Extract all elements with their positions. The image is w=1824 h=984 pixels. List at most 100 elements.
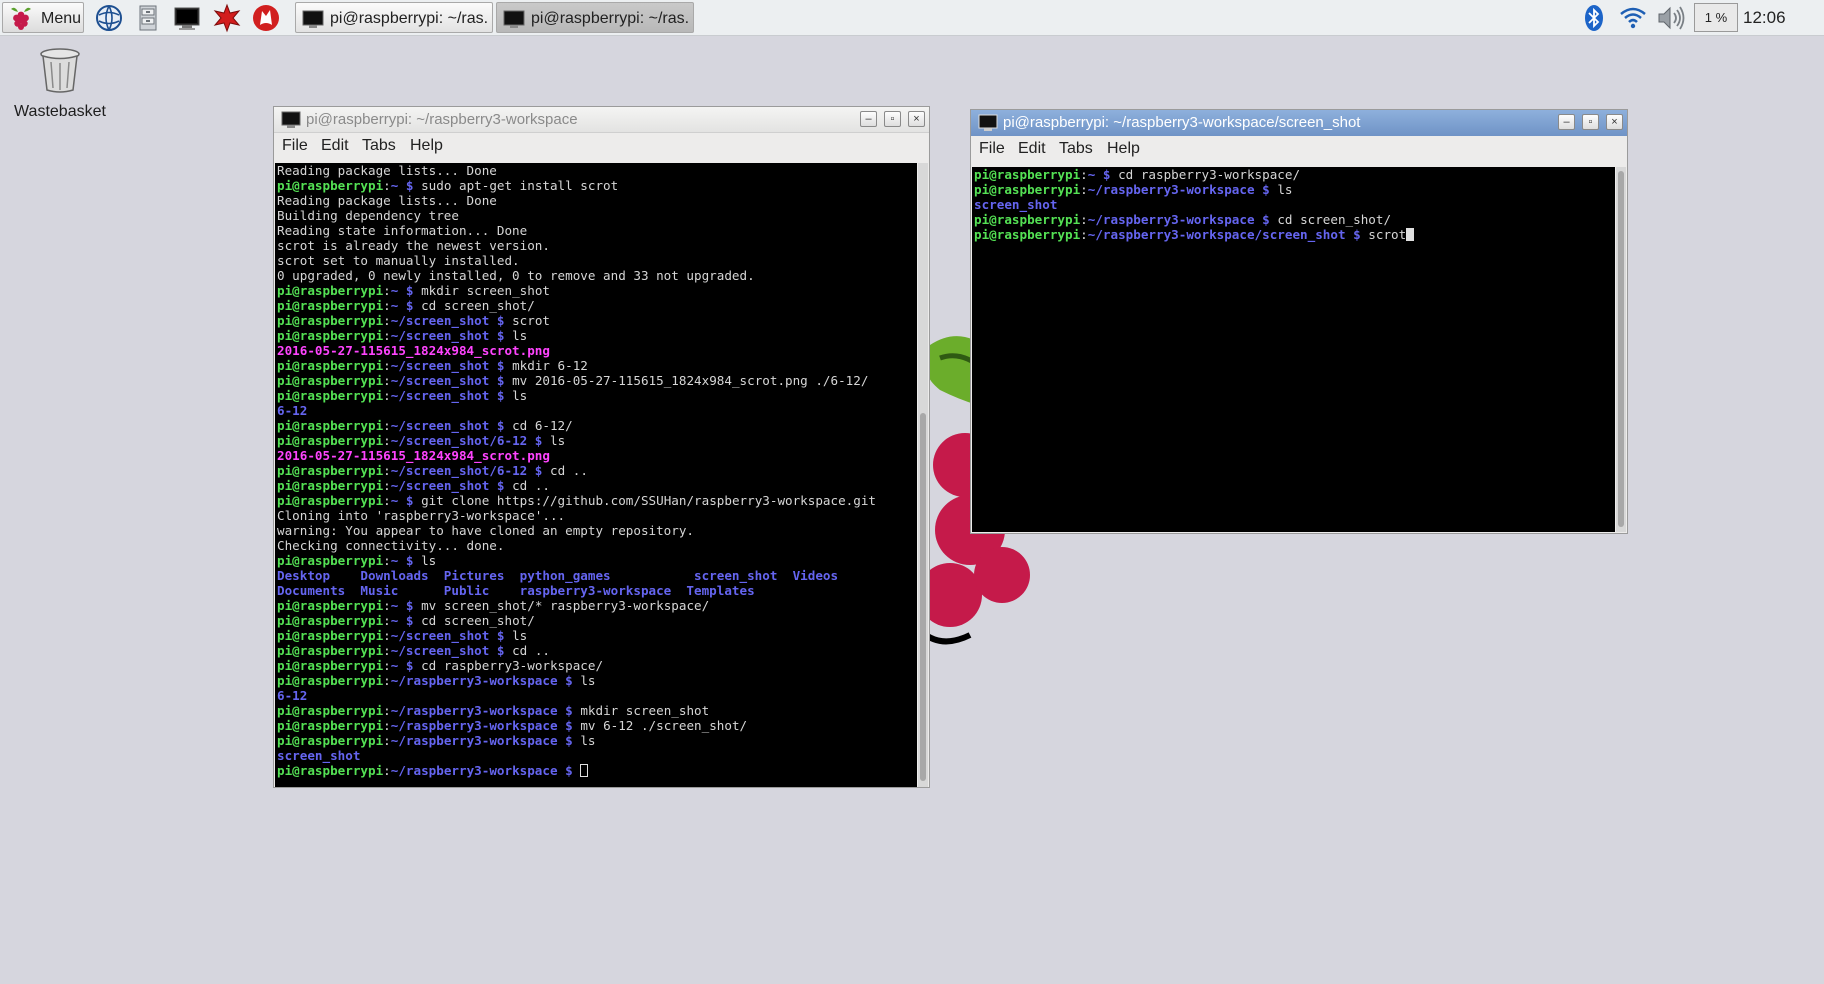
terminal-text: : <box>383 313 391 328</box>
prompt-path: screen_shot <box>277 748 361 763</box>
menu-tabs[interactable]: Tabs <box>362 137 396 155</box>
terminal-line: pi@raspberrypi:~/screen_shot/6-12 $ ls <box>275 433 917 448</box>
terminal-line: Desktop Downloads Pictures python_games … <box>275 568 917 583</box>
vertical-scrollbar[interactable] <box>918 163 928 787</box>
terminal-text: Cloning into 'raspberry3-workspace'... <box>277 508 566 523</box>
terminal-text: Building dependency tree <box>277 208 459 223</box>
menu-button[interactable]: Menu <box>2 2 84 33</box>
terminal-line: pi@raspberrypi:~/screen_shot $ cd .. <box>275 478 917 493</box>
terminal-line: pi@raspberrypi:~/raspberry3-workspace $ … <box>275 733 917 748</box>
menu-help[interactable]: Help <box>1107 140 1140 158</box>
cpu-monitor[interactable]: 1 % <box>1694 3 1738 32</box>
file-manager-launcher[interactable] <box>133 3 165 33</box>
terminal-text: : <box>383 388 391 403</box>
terminal-line: 2016-05-27-115615_1824x984_scrot.png <box>275 448 917 463</box>
wifi-icon[interactable] <box>1618 3 1648 38</box>
terminal-output[interactable]: pi@raspberrypi:~ $ cd raspberry3-workspa… <box>972 167 1615 532</box>
prompt-user: pi@raspberrypi <box>277 328 384 343</box>
terminal-text: : <box>383 658 391 673</box>
terminal-text: : <box>383 613 391 628</box>
prompt-path: screen_shot <box>974 197 1058 212</box>
minimize-icon: – <box>1563 116 1570 128</box>
terminal-text: ls <box>572 673 596 688</box>
close-button[interactable]: × <box>908 111 925 127</box>
prompt-path: ~ $ <box>390 613 414 628</box>
scrollbar-thumb[interactable] <box>920 413 926 781</box>
prompt-path: ~ $ <box>390 178 414 193</box>
terminal-output[interactable]: Reading package lists... Done pi@raspberr… <box>275 163 917 787</box>
vertical-scrollbar[interactable] <box>1616 167 1626 532</box>
wolfram-launcher[interactable] <box>251 3 283 33</box>
maximize-button[interactable]: ▫ <box>1582 114 1599 130</box>
prompt-user: pi@raspberrypi <box>277 388 384 403</box>
prompt-path: ~/screen_shot $ <box>390 373 505 388</box>
terminal-text: mv 2016-05-27-115615_1824x984_scrot.png … <box>504 373 869 388</box>
volume-icon[interactable] <box>1655 3 1687 38</box>
prompt-path: ~ $ <box>390 283 414 298</box>
menu-edit[interactable]: Edit <box>1018 140 1046 158</box>
terminal-window-left[interactable]: pi@raspberrypi: ~/raspberry3-workspace –… <box>273 106 930 788</box>
terminal-text: : <box>383 373 391 388</box>
prompt-user: pi@raspberrypi <box>277 643 384 658</box>
window-titlebar[interactable]: pi@raspberrypi: ~/raspberry3-workspace/s… <box>971 110 1627 136</box>
bluetooth-icon[interactable] <box>1583 3 1605 38</box>
prompt-user: pi@raspberrypi <box>277 613 384 628</box>
clock[interactable]: 12:06 <box>1743 8 1786 28</box>
terminal-line: scrot set to manually installed. <box>275 253 917 268</box>
terminal-text: : <box>383 358 391 373</box>
menu-file[interactable]: File <box>282 137 308 155</box>
prompt-user: pi@raspberrypi <box>277 358 384 373</box>
terminal-window-right[interactable]: pi@raspberrypi: ~/raspberry3-workspace/s… <box>970 109 1628 534</box>
prompt-path: ~/raspberry3-workspace $ <box>390 733 573 748</box>
trash-icon <box>38 48 82 98</box>
terminal-line: 2016-05-27-115615_1824x984_scrot.png <box>275 343 917 358</box>
mathematica-launcher[interactable] <box>212 3 244 33</box>
terminal-text: Reading package lists... Done <box>277 163 497 178</box>
desktop-icon-wastebasket[interactable]: Wastebasket <box>12 46 108 121</box>
terminal-text: git clone https://github.com/SSUHan/rasp… <box>413 493 877 508</box>
terminal-line: pi@raspberrypi:~ $ ls <box>275 553 917 568</box>
prompt-user: pi@raspberrypi <box>277 313 384 328</box>
prompt-path: ~/screen_shot $ <box>390 418 505 433</box>
prompt-user: pi@raspberrypi <box>277 673 384 688</box>
prompt-path: ~/raspberry3-workspace/screen_shot $ <box>1087 227 1361 242</box>
menu-help[interactable]: Help <box>410 137 443 155</box>
terminal-text: mv 6-12 ./screen_shot/ <box>572 718 748 733</box>
window-title: pi@raspberrypi: ~/raspberry3-workspace/s… <box>1003 114 1361 131</box>
window-titlebar[interactable]: pi@raspberrypi: ~/raspberry3-workspace –… <box>274 107 929 133</box>
maximize-button[interactable]: ▫ <box>884 111 901 127</box>
terminal-text: cd screen_shot/ <box>413 298 535 313</box>
terminal-text: : <box>383 628 391 643</box>
prompt-path: ~/screen_shot/6-12 $ <box>390 433 543 448</box>
terminal-text: : <box>383 178 391 193</box>
terminal-line: pi@raspberrypi:~/screen_shot $ ls <box>275 628 917 643</box>
terminal-text: ls <box>413 553 437 568</box>
terminal-text: : <box>383 763 391 778</box>
image-filename: 2016-05-27-115615_1824x984_scrot.png <box>277 448 550 463</box>
menu-tabs[interactable]: Tabs <box>1059 140 1093 158</box>
minimize-button[interactable]: – <box>860 111 877 127</box>
prompt-user: pi@raspberrypi <box>277 433 384 448</box>
scrollbar-thumb[interactable] <box>1618 171 1624 527</box>
terminal-line: scrot is already the newest version. <box>275 238 917 253</box>
terminal-launcher[interactable] <box>172 3 204 33</box>
close-icon: × <box>1611 116 1618 128</box>
terminal-text: mkdir 6-12 <box>504 358 588 373</box>
terminal-text: : <box>383 553 391 568</box>
minimize-button[interactable]: – <box>1558 114 1575 130</box>
terminal-text: : <box>383 733 391 748</box>
prompt-user: pi@raspberrypi <box>974 212 1081 227</box>
raspberry-logo-icon <box>8 5 34 36</box>
web-browser-launcher[interactable] <box>94 3 126 33</box>
close-button[interactable]: × <box>1606 114 1623 130</box>
terminal-line: Checking connectivity... done. <box>275 538 917 553</box>
taskbar-task-1[interactable]: pi@raspberrypi: ~/ras... <box>295 2 493 33</box>
menu-file[interactable]: File <box>979 140 1005 158</box>
terminal-text: ls <box>504 388 528 403</box>
terminal-line: warning: You appear to have cloned an em… <box>275 523 917 538</box>
taskbar-task-2[interactable]: pi@raspberrypi: ~/ras... <box>496 2 694 33</box>
menu-edit[interactable]: Edit <box>321 137 349 155</box>
terminal-line: pi@raspberrypi:~ $ mv screen_shot/* rasp… <box>275 598 917 613</box>
terminal-text: : <box>383 643 391 658</box>
prompt-path: 6-12 <box>277 403 308 418</box>
